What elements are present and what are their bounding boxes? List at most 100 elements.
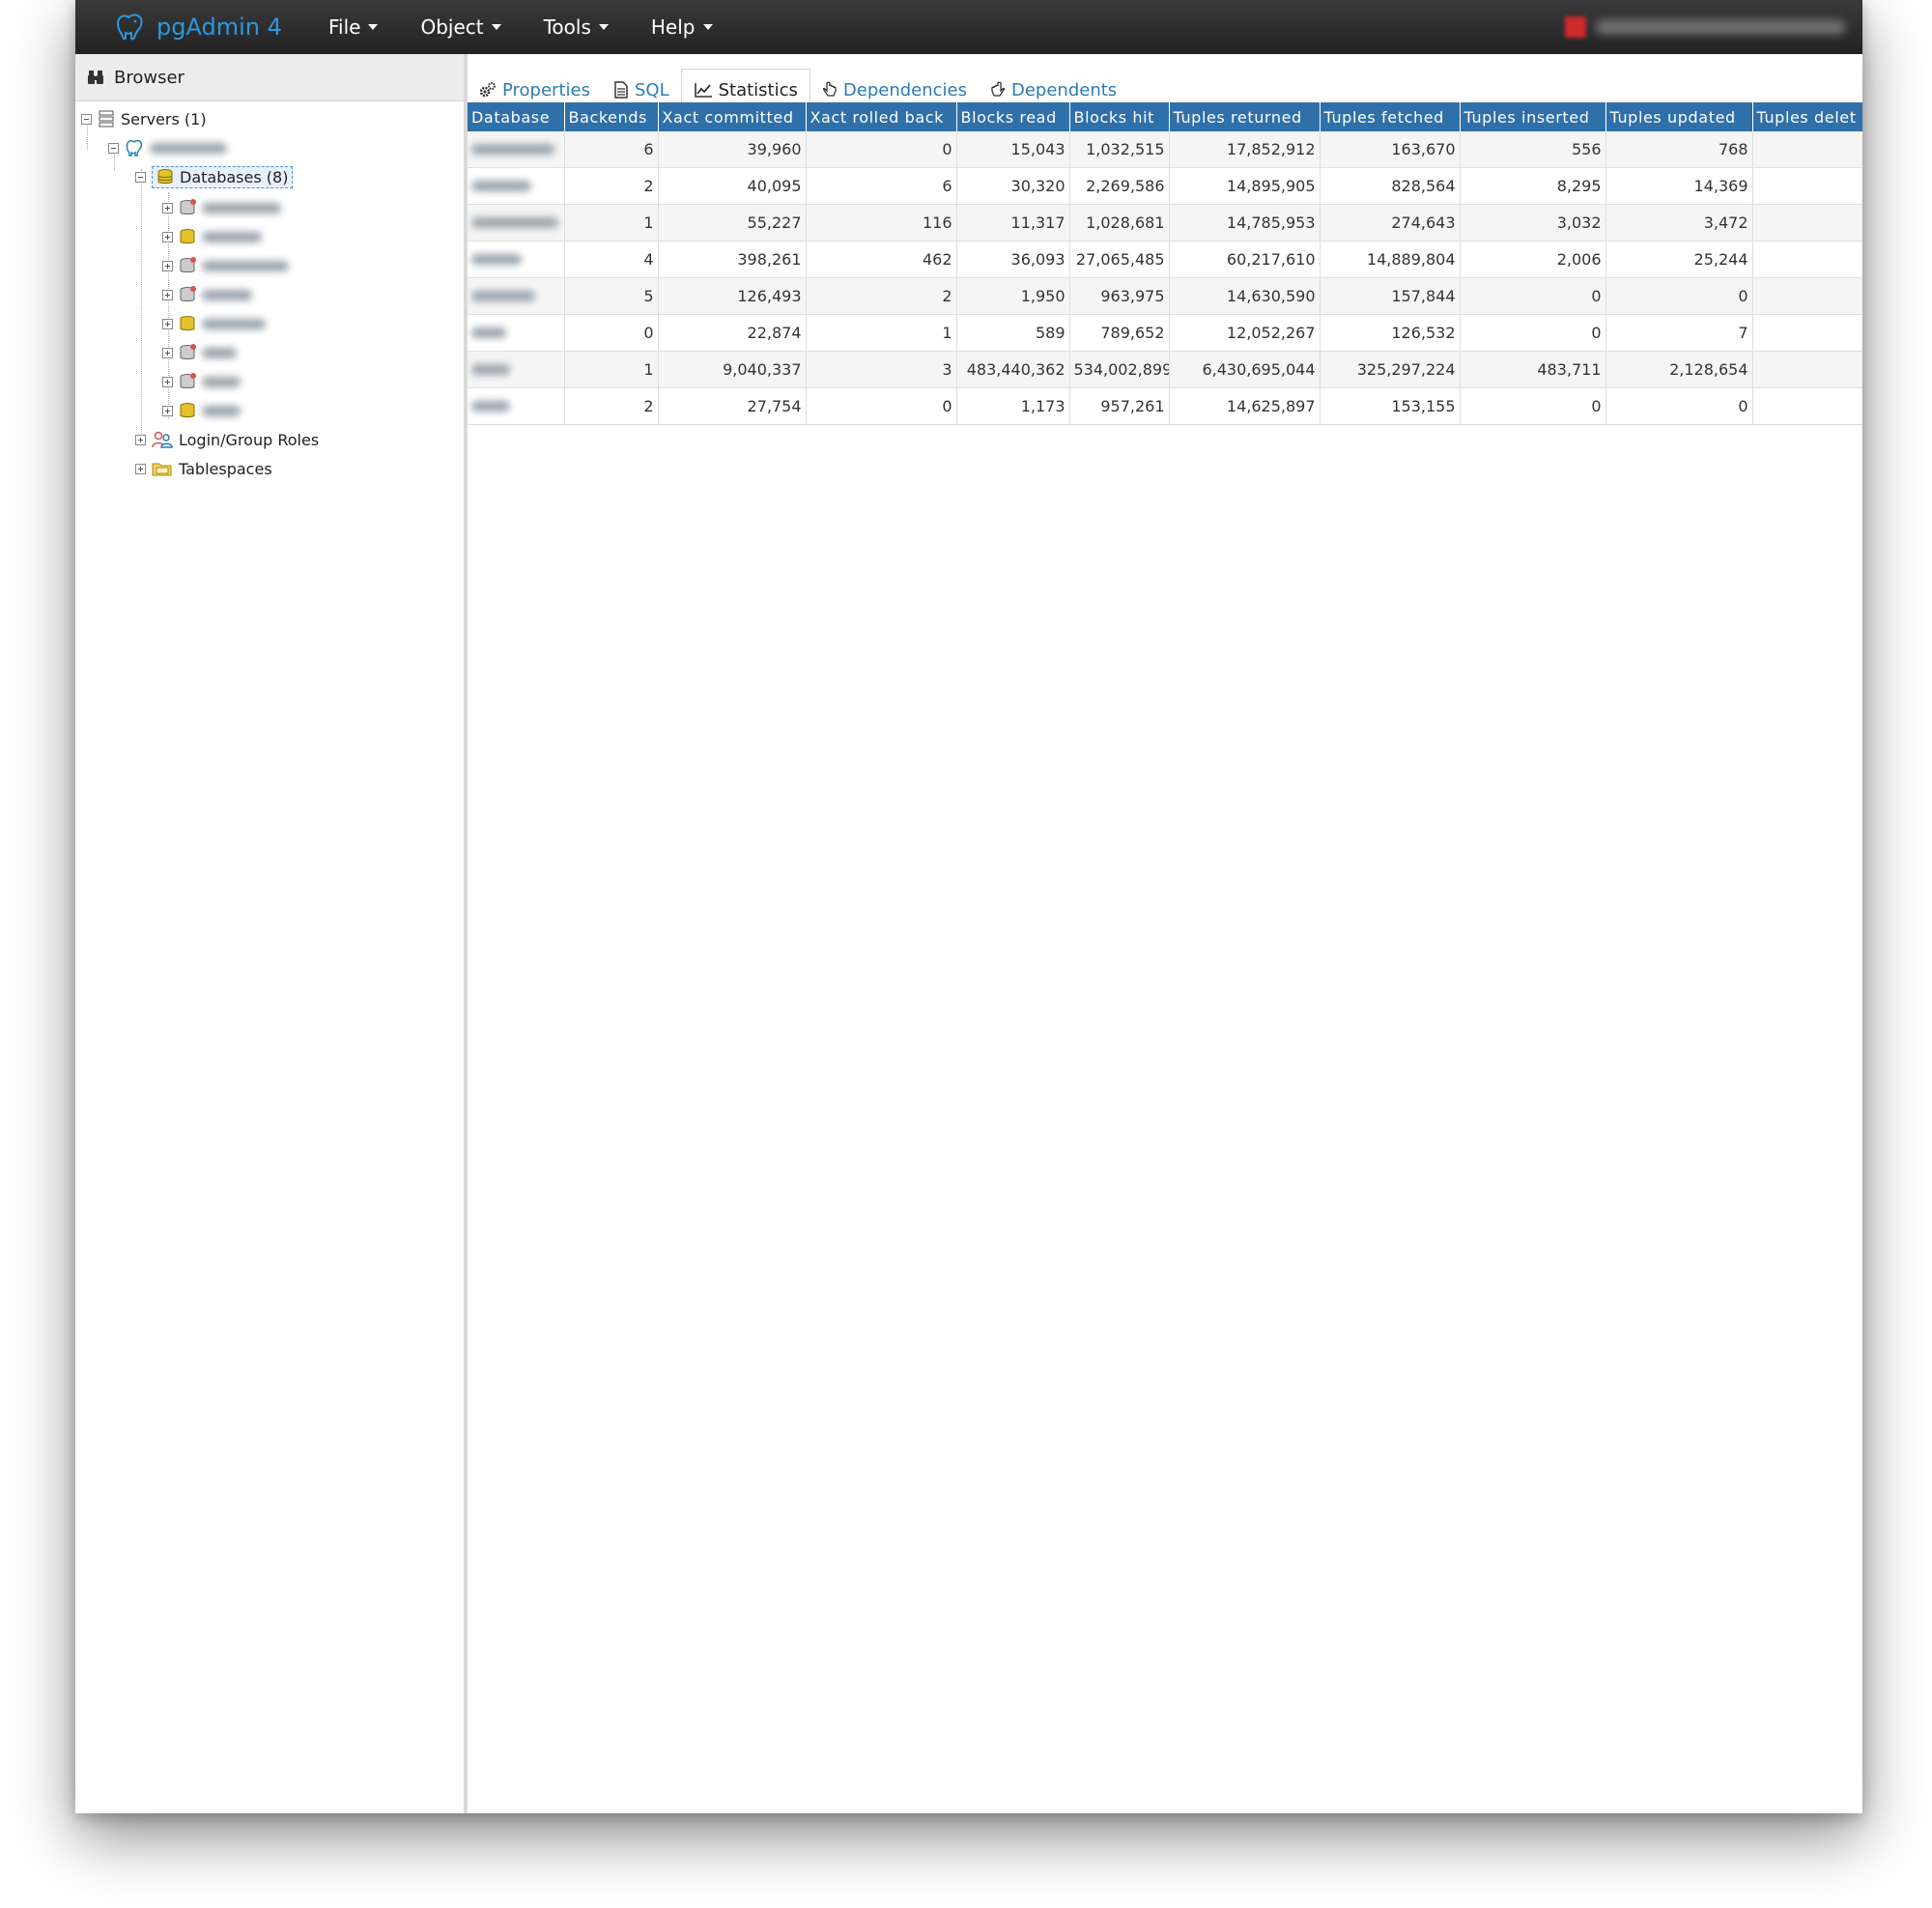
- table-cell: 60,217,610: [1169, 241, 1321, 278]
- statistics-table: Database Backends Xact committed Xact ro…: [468, 102, 1862, 425]
- table-cell: 157,844: [1320, 277, 1461, 315]
- tree-node-tablespaces[interactable]: Tablespaces: [135, 455, 272, 482]
- expand-icon[interactable]: [162, 347, 173, 358]
- table-cell: 957,261: [1069, 387, 1170, 425]
- table-cell: 398,261: [658, 241, 807, 278]
- cell-database-name: [468, 204, 565, 242]
- table-row[interactable]: 4 398,261 462 36,093 27,065,485 60,217,610 14,…: [468, 241, 1862, 278]
- table-row[interactable]: 2 40,095 6 30,320 2,269,586 14,895,905 828,564…: [468, 167, 1862, 205]
- table-cell: 9,040,337: [658, 351, 807, 388]
- browser-title: Browser: [114, 67, 185, 88]
- table-cell: 14,630,590: [1169, 277, 1321, 315]
- table-cell: 0: [1460, 277, 1606, 315]
- table-header-row: Database Backends Xact committed Xact ro…: [468, 102, 1862, 131]
- column-header[interactable]: Tuples fetched: [1320, 102, 1461, 131]
- table-row[interactable]: 1 55,227 116 11,317 1,028,681 14,785,953 274,6…: [468, 204, 1862, 242]
- column-header[interactable]: Tuples updated: [1605, 102, 1753, 131]
- table-cell: 163,670: [1320, 131, 1461, 168]
- column-header[interactable]: Tuples returned: [1169, 102, 1321, 131]
- table-cell: 518,: [1752, 351, 1862, 388]
- main-menu: File Object Tools Help: [307, 0, 734, 54]
- table-cell: 22,874: [658, 314, 807, 352]
- user-menu[interactable]: [1565, 15, 1845, 39]
- tree-node-database[interactable]: [162, 252, 289, 279]
- menu-object[interactable]: Object: [399, 15, 522, 39]
- cell-database-name: [468, 241, 565, 278]
- tab-dependencies-label: Dependencies: [842, 79, 967, 100]
- tree-node-databases[interactable]: Databases (8): [135, 163, 294, 190]
- server-name-redacted: [150, 142, 227, 154]
- brand[interactable]: pgAdmin 4: [114, 10, 282, 44]
- user-avatar-icon: [1565, 16, 1586, 38]
- tree-node-database[interactable]: [162, 223, 262, 250]
- table-cell: 963,975: [1069, 277, 1170, 315]
- expand-icon[interactable]: [162, 318, 173, 329]
- table-cell: [1752, 314, 1862, 352]
- column-header[interactable]: Blocks hit: [1069, 102, 1170, 131]
- table-cell: 39,960: [658, 131, 807, 168]
- expand-icon[interactable]: [162, 376, 173, 387]
- table-cell: 1: [564, 204, 659, 242]
- column-header[interactable]: Tuples delet: [1752, 102, 1862, 131]
- database-name-redacted: [202, 260, 289, 271]
- tree-node-servers[interactable]: Servers (1): [81, 105, 207, 132]
- column-header[interactable]: Xact rolled back: [806, 102, 957, 131]
- column-header[interactable]: Blocks read: [956, 102, 1070, 131]
- tree-node-database[interactable]: [162, 310, 266, 337]
- database-disconnected-icon: [180, 286, 196, 301]
- tab-statistics-label: Statistics: [718, 79, 798, 100]
- database-name-redacted: [202, 405, 241, 416]
- column-header[interactable]: Database: [468, 102, 565, 131]
- column-header[interactable]: Backends: [564, 102, 659, 131]
- table-cell: 4,: [1752, 167, 1862, 205]
- browser-header: Browser: [75, 54, 464, 101]
- expand-icon[interactable]: [162, 260, 173, 271]
- column-header[interactable]: Xact committed: [658, 102, 807, 131]
- table-cell: 0: [1605, 277, 1753, 315]
- tree-node-server[interactable]: [108, 134, 227, 161]
- table-row[interactable]: 6 39,960 0 15,043 1,032,515 17,852,912 163,670…: [468, 131, 1862, 168]
- tree-node-database[interactable]: [162, 339, 237, 366]
- table-cell: 25,244: [1605, 241, 1753, 278]
- table-row[interactable]: 1 9,040,337 3 483,440,362 534,002,899 6,430,6…: [468, 351, 1862, 388]
- tree-node-database[interactable]: [162, 368, 241, 395]
- expand-icon[interactable]: [162, 289, 173, 300]
- table-cell: 27,065,485: [1069, 241, 1170, 278]
- hand-pointer-left-icon: [991, 81, 1006, 97]
- statistics-table-body: 6 39,960 0 15,043 1,032,515 17,852,912 163,670…: [468, 131, 1862, 425]
- collapse-icon[interactable]: [135, 171, 146, 183]
- table-row[interactable]: 5 126,493 2 1,950 963,975 14,630,590 157,844 0 0: [468, 277, 1862, 315]
- database-name-redacted: [471, 254, 522, 265]
- table-cell: 274,643: [1320, 204, 1461, 242]
- collapse-icon[interactable]: [81, 113, 92, 125]
- menu-tools[interactable]: Tools: [523, 15, 630, 39]
- databases-selected[interactable]: Databases (8): [152, 165, 294, 188]
- menu-help[interactable]: Help: [630, 15, 734, 39]
- expand-icon[interactable]: [162, 202, 173, 214]
- table-cell: 6: [806, 167, 957, 205]
- table-cell: 789,652: [1069, 314, 1170, 352]
- tree-node-database[interactable]: [162, 281, 252, 308]
- tree-node-database[interactable]: [162, 397, 241, 424]
- expand-icon[interactable]: [162, 231, 173, 242]
- cell-database-name: [468, 167, 565, 205]
- menu-file[interactable]: File: [307, 15, 399, 39]
- database-name-redacted: [202, 289, 252, 300]
- expand-icon[interactable]: [162, 405, 173, 416]
- table-cell: 14,889,804: [1320, 241, 1461, 278]
- binoculars-icon: [88, 71, 103, 84]
- column-header[interactable]: Tuples inserted: [1460, 102, 1606, 131]
- table-cell: 3,472: [1605, 204, 1753, 242]
- expand-icon[interactable]: [135, 463, 146, 474]
- tree-node-roles[interactable]: Login/Group Roles: [135, 426, 319, 453]
- table-row[interactable]: 0 22,874 1 589 789,652 12,052,267 126,532 0 7: [468, 314, 1862, 352]
- collapse-icon[interactable]: [108, 142, 119, 154]
- roles-icon: [152, 431, 173, 448]
- table-cell: 116: [806, 204, 957, 242]
- table-row[interactable]: 2 27,754 0 1,173 957,261 14,625,897 153,155 0 0: [468, 387, 1862, 425]
- expand-icon[interactable]: [135, 434, 146, 445]
- table-cell: 126,493: [658, 277, 807, 315]
- tree-node-database[interactable]: [162, 194, 281, 221]
- table-cell: 2,006: [1460, 241, 1606, 278]
- database-name-redacted: [471, 217, 558, 228]
